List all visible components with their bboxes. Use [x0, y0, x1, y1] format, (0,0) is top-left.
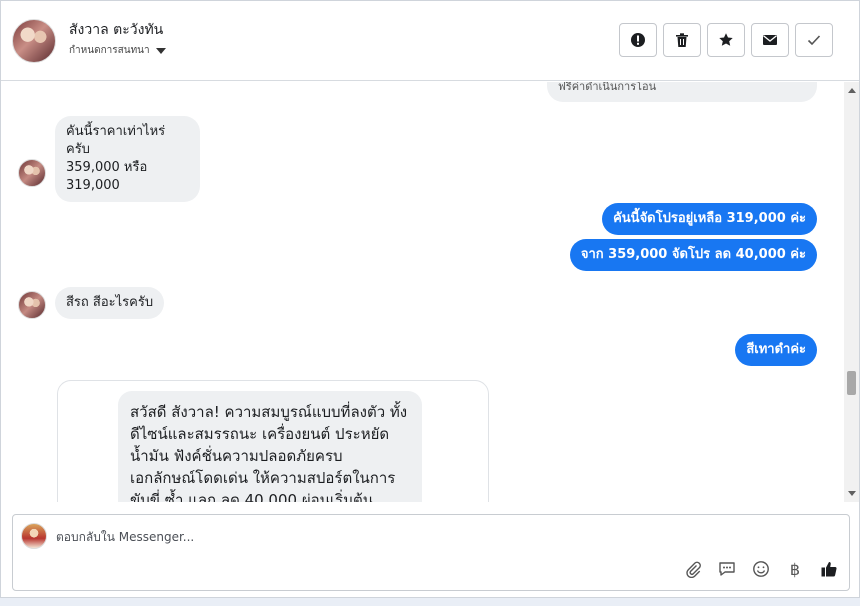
message-bubble-incoming: คันนี้ราคาเท่าไหร่ครับ 359,000 หรือ 319,… [55, 116, 200, 202]
trash-icon [676, 33, 688, 47]
mark-unread-button[interactable] [751, 23, 789, 57]
check-icon [807, 35, 821, 46]
reply-input[interactable] [56, 528, 656, 546]
saved-replies-button[interactable] [717, 559, 737, 579]
contact-name[interactable]: สังวาล ตะวังทัน [69, 19, 163, 41]
scroll-up-arrow-icon[interactable] [848, 88, 856, 93]
assign-label: กำหนดการสนทนา [69, 45, 150, 56]
mark-done-button[interactable] [795, 23, 833, 57]
template-message-text: สวัสดี สังวาล! ความสมบูรณ์แบบที่ลงตัว ทั… [118, 391, 422, 502]
like-button[interactable] [819, 559, 839, 579]
star-icon [719, 33, 733, 46]
thread-scrollbar[interactable] [844, 82, 859, 502]
star-button[interactable] [707, 23, 745, 57]
contact-avatar-small [18, 159, 46, 187]
saved-reply-icon [719, 562, 735, 576]
paperclip-icon [686, 561, 701, 578]
page-avatar [21, 523, 47, 549]
message-bubble-outgoing: สีเทาดำค่ะ [735, 334, 817, 366]
message-bubble-incoming: สีรถ สีอะไรครับ [55, 287, 165, 319]
message-bubble-outgoing: คันนี้จัดโปรอยู่เหลือ 319,000 ค่ะ [602, 203, 817, 235]
payment-button[interactable]: ฿ [785, 559, 805, 579]
emoji-icon [753, 561, 769, 577]
delete-button[interactable] [663, 23, 701, 57]
assign-conversation-dropdown[interactable]: กำหนดการสนทนา [69, 43, 166, 58]
emoji-button[interactable] [751, 559, 771, 579]
message-text: ฟรีค่าดำเนินการโอน [558, 82, 657, 93]
conversation-header: สังวาล ตะวังทัน กำหนดการสนทนา [1, 1, 859, 81]
composer-tools: ฿ [683, 559, 839, 579]
envelope-icon [763, 35, 777, 45]
message-bubble-incoming: ฟรีค่าดำเนินการโอน [547, 82, 817, 102]
baht-icon: ฿ [789, 559, 801, 579]
like-icon [821, 562, 837, 577]
contact-avatar[interactable] [12, 19, 56, 63]
caret-down-icon [155, 47, 166, 54]
message-bubble-outgoing: จาก 359,000 จัดโปร ลด 40,000 ค่ะ [569, 239, 817, 271]
reply-composer: ฿ [12, 514, 850, 591]
inbox-window: สังวาล ตะวังทัน กำหนดการสนทนา ฟรีค่าดำเน… [0, 0, 860, 598]
scroll-down-arrow-icon[interactable] [848, 491, 856, 496]
template-message-card: สวัสดี สังวาล! ความสมบูรณ์แบบที่ลงตัว ทั… [57, 380, 489, 502]
message-thread: ฟรีค่าดำเนินการโอน คันนี้ราคาเท่าไหร่ครั… [1, 82, 844, 502]
spam-icon [631, 33, 645, 47]
contact-avatar-small [18, 291, 46, 319]
mark-spam-button[interactable] [619, 23, 657, 57]
header-actions [619, 23, 833, 57]
attach-button[interactable] [683, 559, 703, 579]
scroll-thumb[interactable] [847, 371, 856, 395]
